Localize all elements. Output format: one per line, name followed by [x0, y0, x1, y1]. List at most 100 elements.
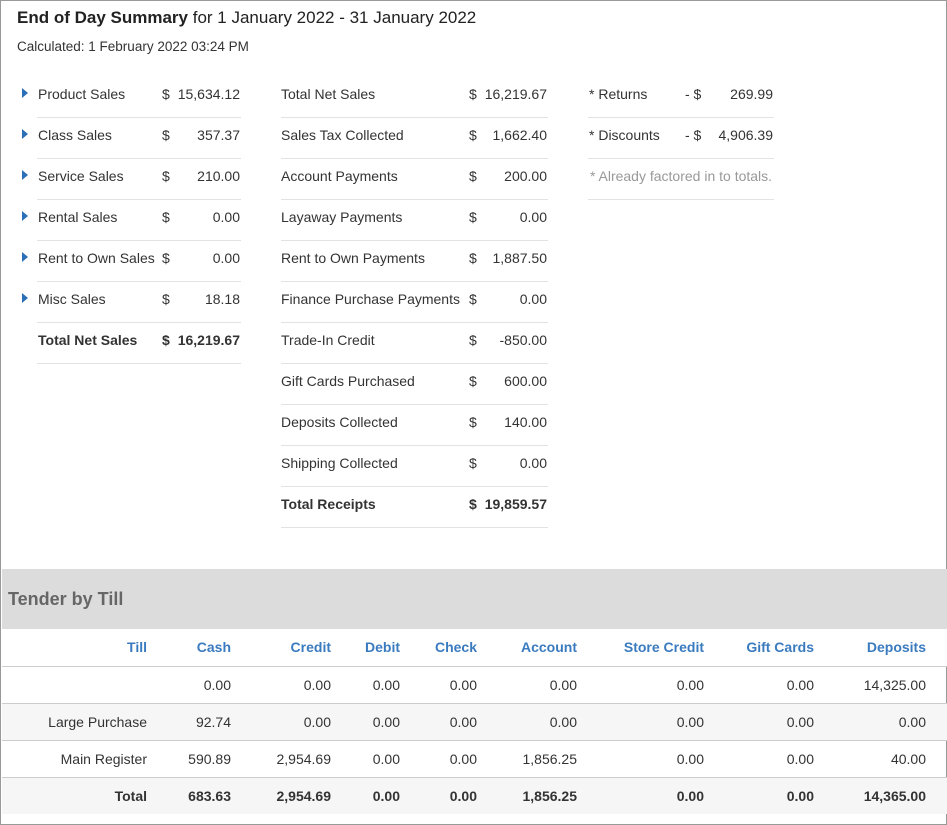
column-header-cash[interactable]: Cash: [168, 629, 252, 667]
receipt-label: Deposits Collected: [281, 414, 398, 430]
currency-symbol: $: [469, 250, 477, 266]
date-range: for 1 January 2022 - 31 January 2022: [192, 8, 477, 27]
till-name: [2, 666, 168, 704]
cell-cash: 0.00: [168, 666, 252, 704]
expand-caret-icon[interactable]: [22, 252, 28, 262]
till-name: Large Purchase: [2, 703, 168, 741]
cell-credit: 0.00: [252, 703, 352, 741]
receipt-label: Shipping Collected: [281, 455, 398, 471]
cell-deposits: 0.00: [835, 703, 947, 741]
receipt-row: Layaway Payments $ 0.00: [281, 200, 548, 241]
sales-label: Service Sales: [38, 168, 124, 184]
tender-section-header: Tender by Till: [2, 569, 947, 629]
cell-debit: 0.00: [352, 703, 421, 741]
sales-amount: 0.00: [212, 209, 240, 225]
sales-column: Product Sales $ 15,634.12 Class Sales $ …: [22, 77, 241, 364]
column-header-store-credit[interactable]: Store Credit: [598, 629, 725, 667]
expand-caret-icon[interactable]: [22, 170, 28, 180]
sales-amount: 357.37: [197, 127, 240, 143]
expand-caret-icon[interactable]: [22, 129, 28, 139]
currency-symbol: - $: [685, 86, 702, 102]
adjustment-row-discounts: * Discounts - $ 4,906.39: [588, 118, 774, 159]
receipt-amount: 0.00: [519, 209, 547, 225]
total-gift-cards: 0.00: [725, 777, 835, 814]
total-label: Total: [2, 777, 168, 814]
adjustment-amount: 4,906.39: [718, 127, 774, 143]
sales-row-service[interactable]: Service Sales $ 210.00: [22, 159, 241, 200]
total-check: 0.00: [421, 777, 498, 814]
sales-total-row: Total Net Sales $ 16,219.67: [37, 323, 241, 364]
cell-store-credit: 0.00: [598, 740, 725, 778]
cell-credit: 2,954.69: [252, 740, 352, 778]
cell-account: 1,856.25: [498, 740, 598, 778]
receipt-label: Sales Tax Collected: [281, 127, 404, 143]
column-header-till[interactable]: Till: [2, 629, 168, 667]
currency-symbol: $: [162, 250, 170, 266]
currency-symbol: $: [469, 373, 477, 389]
total-cash: 683.63: [168, 777, 252, 814]
receipts-total-row: Total Receipts $ 19,859.57: [281, 487, 548, 528]
cell-check: 0.00: [421, 666, 498, 704]
sales-row-rent-to-own[interactable]: Rent to Own Sales $ 0.00: [22, 241, 241, 282]
adjustments-column: * Returns - $ 269.99 * Discounts - $ 4,9…: [588, 77, 774, 200]
column-header-debit[interactable]: Debit: [352, 629, 421, 667]
cell-gift-cards: 0.00: [725, 740, 835, 778]
sales-row-class[interactable]: Class Sales $ 357.37: [22, 118, 241, 159]
receipt-label: Rent to Own Payments: [281, 250, 425, 266]
column-header-gift-cards[interactable]: Gift Cards: [725, 629, 835, 667]
expand-caret-icon[interactable]: [22, 293, 28, 303]
currency-symbol: $: [469, 168, 477, 184]
sales-amount: 18.18: [204, 291, 240, 307]
currency-symbol: $: [469, 455, 477, 471]
currency-symbol: $: [162, 332, 170, 348]
receipt-row: Rent to Own Payments $ 1,887.50: [281, 241, 548, 282]
cell-check: 0.00: [421, 740, 498, 778]
currency-symbol: $: [469, 209, 477, 225]
expand-caret-icon[interactable]: [22, 88, 28, 98]
tender-table: Till Cash Credit Debit Check Account Sto…: [2, 629, 947, 814]
adjustment-row-returns: * Returns - $ 269.99: [588, 77, 774, 118]
sales-row-product[interactable]: Product Sales $ 15,634.12: [22, 77, 241, 118]
receipt-label: Finance Purchase Payments: [281, 291, 460, 307]
sales-amount: 210.00: [197, 168, 240, 184]
cell-deposits: 14,325.00: [835, 666, 947, 704]
column-header-deposits[interactable]: Deposits: [835, 629, 947, 667]
page-title-main: End of Day Summary: [17, 8, 188, 27]
column-header-credit[interactable]: Credit: [252, 629, 352, 667]
table-row: Large Purchase 92.74 0.00 0.00 0.00 0.00…: [2, 703, 947, 741]
column-header-account[interactable]: Account: [498, 629, 598, 667]
currency-symbol: $: [469, 414, 477, 430]
adjustment-label: * Discounts: [589, 127, 660, 143]
receipt-row: Finance Purchase Payments $ 0.00: [281, 282, 548, 323]
tender-header-row: Till Cash Credit Debit Check Account Sto…: [2, 629, 947, 667]
receipt-amount: 600.00: [504, 373, 547, 389]
receipt-amount: 1,662.40: [492, 127, 548, 143]
page-title: End of Day Summary for 1 January 2022 - …: [17, 8, 476, 28]
tender-total-row: Total 683.63 2,954.69 0.00 0.00 1,856.25…: [2, 777, 947, 814]
expand-caret-icon[interactable]: [22, 211, 28, 221]
adjustment-label: * Returns: [589, 86, 648, 102]
sales-row-rental[interactable]: Rental Sales $ 0.00: [22, 200, 241, 241]
cell-gift-cards: 0.00: [725, 666, 835, 704]
sales-label: Product Sales: [38, 86, 126, 102]
column-header-check[interactable]: Check: [421, 629, 498, 667]
total-deposits: 14,365.00: [835, 777, 947, 814]
currency-symbol: $: [162, 168, 170, 184]
sales-row-misc[interactable]: Misc Sales $ 18.18: [22, 282, 241, 323]
receipt-row: Deposits Collected $ 140.00: [281, 405, 548, 446]
tender-title: Tender by Till: [8, 589, 124, 609]
currency-symbol: - $: [685, 127, 702, 143]
cell-account: 0.00: [498, 666, 598, 704]
table-row: Main Register 590.89 2,954.69 0.00 0.00 …: [2, 740, 947, 778]
total-credit: 2,954.69: [252, 777, 352, 814]
receipt-row: Account Payments $ 200.00: [281, 159, 548, 200]
receipt-label: Gift Cards Purchased: [281, 373, 415, 389]
cell-check: 0.00: [421, 703, 498, 741]
receipt-amount: 1,887.50: [492, 250, 548, 266]
sales-label: Class Sales: [38, 127, 112, 143]
receipt-row: Sales Tax Collected $ 1,662.40: [281, 118, 548, 159]
receipt-label: Trade-In Credit: [281, 332, 375, 348]
end-of-day-summary-panel: End of Day Summary for 1 January 2022 - …: [0, 0, 947, 825]
currency-symbol: $: [469, 291, 477, 307]
cell-account: 0.00: [498, 703, 598, 741]
